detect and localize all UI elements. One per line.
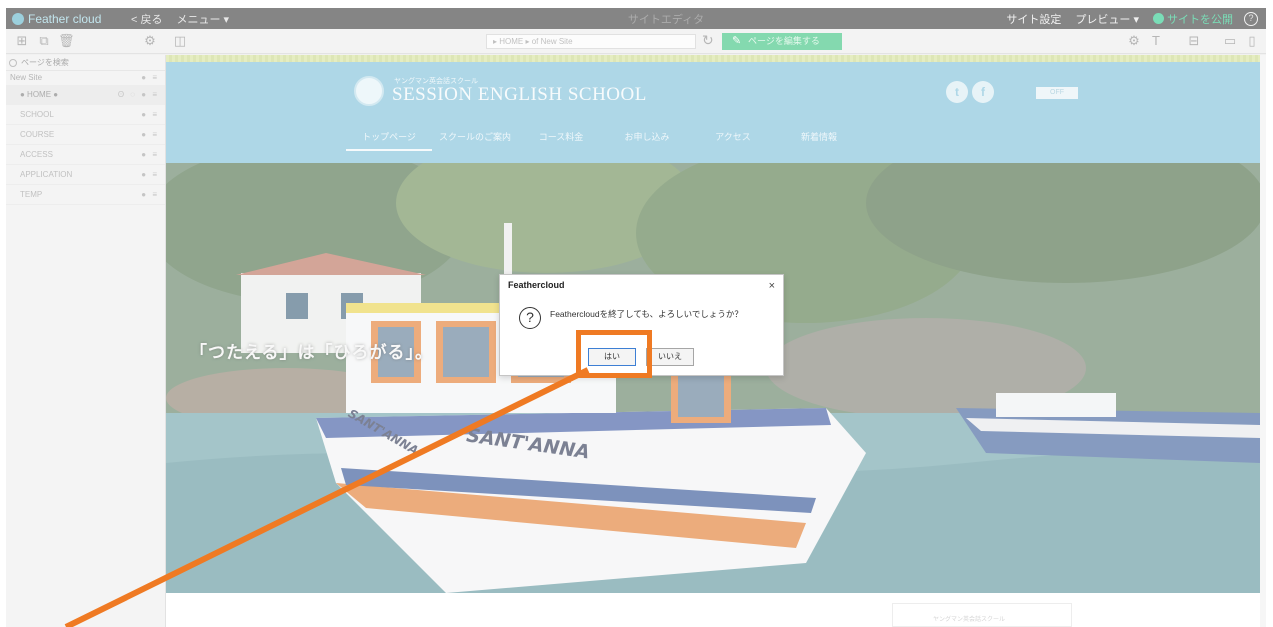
annotation-arrow bbox=[64, 367, 590, 627]
app-window: Feather cloud < 戻る メニュー ▾ サイトエディタ サイト設定 … bbox=[6, 8, 1266, 627]
